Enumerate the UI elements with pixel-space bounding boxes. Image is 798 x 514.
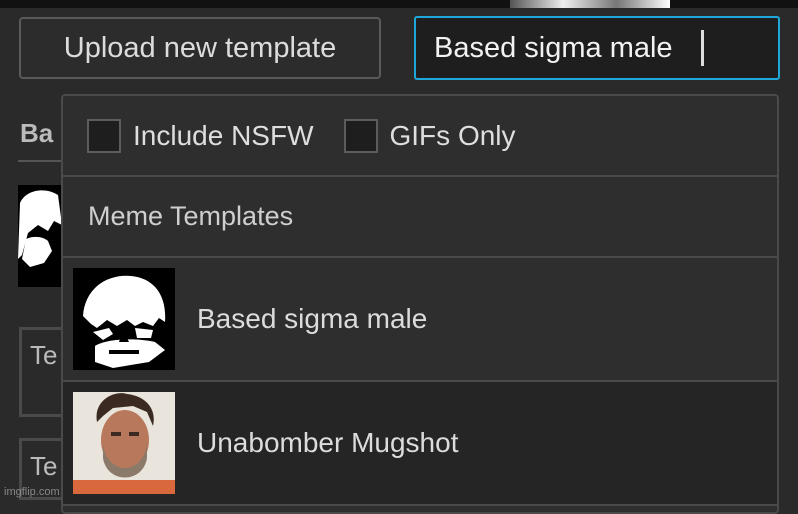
result-item-unabomber-mugshot[interactable]: Unabomber Mugshot (63, 382, 777, 506)
watermark: imgflip.com (4, 486, 60, 498)
filter-row: Include NSFW GIFs Only (63, 96, 777, 177)
checkbox-box[interactable] (343, 118, 378, 153)
top-image-strip (0, 0, 798, 8)
template-search-dropdown: Include NSFW GIFs Only Meme Templates Ba… (61, 94, 779, 514)
mugshot-thumbnail (73, 392, 175, 494)
upload-template-button[interactable]: Upload new template (19, 17, 381, 79)
result-name: Unabomber Mugshot (197, 427, 459, 458)
text-cursor (701, 30, 704, 66)
result-name: Based sigma male (197, 303, 428, 334)
background-template-thumbnail (18, 185, 62, 287)
template-search-input[interactable] (434, 31, 699, 65)
checkbox-label: GIFs Only (389, 119, 516, 151)
sigma-male-face-thumbnail (73, 268, 175, 370)
checkbox-box[interactable] (87, 118, 121, 153)
checkbox-label: Include NSFW (133, 119, 314, 151)
include-nsfw-checkbox[interactable]: Include NSFW (87, 118, 314, 153)
section-title: Meme Templates (63, 177, 777, 258)
background-heading: Ba (20, 118, 54, 148)
result-item-based-sigma-male[interactable]: Based sigma male (63, 258, 777, 382)
background-text-field: Te (19, 327, 67, 417)
template-search-box[interactable] (414, 16, 780, 80)
gifs-only-checkbox[interactable]: GIFs Only (343, 118, 516, 153)
meme-preview-image (510, 0, 670, 8)
